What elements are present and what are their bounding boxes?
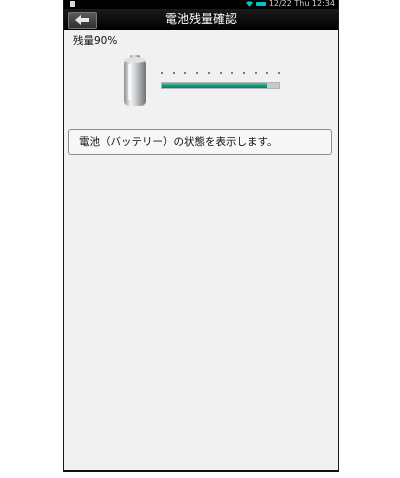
wifi-icon xyxy=(245,1,253,7)
battery-level-fill xyxy=(162,83,268,88)
scale-dot xyxy=(278,72,280,74)
battery-level-bar xyxy=(161,82,280,89)
scale-dot xyxy=(161,72,163,74)
title-bar: 電池残量確認 xyxy=(64,9,338,30)
scale-dot xyxy=(242,72,245,74)
notification-icon xyxy=(70,1,75,7)
scale-dot xyxy=(196,72,199,74)
scale-dot xyxy=(184,72,187,74)
battery-level-label: 残量90% xyxy=(73,35,118,47)
status-datetime: 12/22 Thu 12:34 xyxy=(268,0,335,8)
scale-dot xyxy=(219,72,222,74)
info-message-text: 電池（バッテリー）の状態を表示します。 xyxy=(79,136,278,148)
status-right-group: 12/22 Thu 12:34 xyxy=(245,0,335,9)
scale-dot xyxy=(231,72,234,74)
status-bar: 12/22 Thu 12:34 xyxy=(64,0,338,9)
scale-dot xyxy=(266,72,269,74)
device-screen: 12/22 Thu 12:34 電池残量確認 残量90% 電池（バッテリー）の状… xyxy=(63,0,339,472)
battery-status-icon xyxy=(255,2,266,6)
scale-dot xyxy=(254,72,257,74)
scale-dot xyxy=(172,72,175,74)
page-title: 電池残量確認 xyxy=(164,12,237,26)
info-message-box: 電池（バッテリー）の状態を表示します。 xyxy=(68,129,332,155)
scale-dot xyxy=(207,72,210,74)
battery-illustration-icon xyxy=(124,55,146,106)
level-scale-dots xyxy=(161,72,281,76)
